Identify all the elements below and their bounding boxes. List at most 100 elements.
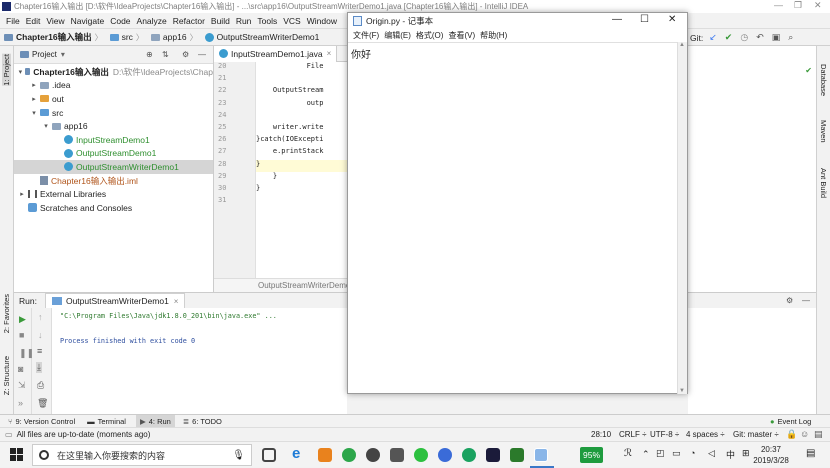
notepad-scrollbar[interactable]: ▲ ▼ <box>677 42 687 394</box>
status-expand-icon[interactable]: ▭ <box>5 430 13 439</box>
notifications-icon[interactable]: ▤ <box>814 429 823 440</box>
status-line-separator[interactable]: CRLF ÷ <box>619 430 647 439</box>
intellij-taskbar-icon[interactable] <box>486 448 500 462</box>
ant-build-tool-tab[interactable]: Ant Build <box>819 168 828 198</box>
version-control-tool[interactable]: ⑂ 9: Version Control <box>8 417 75 426</box>
run-tab[interactable]: OutputStreamWriterDemo1 × <box>44 293 186 308</box>
stop-icon[interactable]: ■ <box>19 330 24 340</box>
app-icon-gray[interactable] <box>390 448 404 462</box>
menu-build[interactable]: Build <box>211 16 230 26</box>
status-caret-position[interactable]: 28:10 <box>591 430 611 439</box>
tree-item[interactable]: OutputStreamWriterDemo1 <box>14 160 213 174</box>
camera-icon[interactable]: ◙ <box>18 364 23 374</box>
tree-item[interactable]: ▾ app16 <box>14 119 213 133</box>
wechat-icon[interactable] <box>414 448 428 462</box>
status-indent[interactable]: 4 spaces ÷ <box>686 430 725 439</box>
chevron-down-icon[interactable]: ▾ <box>30 109 38 117</box>
notepad-text-area[interactable]: 你好 <box>348 42 679 394</box>
chevron-right-icon[interactable]: ▸ <box>18 190 26 198</box>
notepad-menu-view[interactable]: 查看(V) <box>448 30 475 41</box>
windows-start-icon[interactable] <box>10 448 24 462</box>
terminal-tool[interactable]: ▬ Terminal <box>87 417 126 426</box>
scroll-down-icon[interactable]: ▼ <box>679 388 685 394</box>
history-icon[interactable]: ◷ <box>740 32 748 43</box>
menu-code[interactable]: Code <box>110 16 130 26</box>
run-tool[interactable]: ▶ 4: Run <box>135 414 175 428</box>
notepad-minimize-icon[interactable]: — <box>612 14 622 25</box>
run-console[interactable]: "C:\Program Files\Java\jdk1.8.0_201\bin\… <box>52 308 347 414</box>
app-icon-dark[interactable] <box>366 448 380 462</box>
expand-icon[interactable]: » <box>18 398 23 408</box>
trash-icon[interactable]: 🗑 <box>37 398 48 409</box>
tree-item[interactable]: Scratches and Consoles <box>14 201 213 215</box>
settings-icon[interactable]: ▣ <box>772 32 781 43</box>
app-icon-terminal[interactable] <box>510 448 524 462</box>
notepad-menu-format[interactable]: 格式(O) <box>416 30 444 41</box>
menu-file[interactable]: File <box>6 16 20 26</box>
menu-view[interactable]: View <box>46 16 64 26</box>
tree-item[interactable]: ▸ External Libraries <box>14 187 213 201</box>
firefox-icon[interactable] <box>318 448 332 462</box>
scroll-up-icon[interactable]: ▲ <box>679 42 685 48</box>
notepad-taskbar-icon[interactable] <box>534 448 548 462</box>
git-commit-icon[interactable]: ✔ <box>725 32 733 43</box>
wifi-icon[interactable]: ◔ <box>690 448 695 458</box>
chevron-down-icon[interactable]: ▾ <box>61 50 65 59</box>
pin-icon[interactable]: ⇲ <box>18 380 26 391</box>
structure-tool-tab[interactable]: Z: Structure <box>2 356 11 395</box>
task-view-icon[interactable] <box>262 448 276 462</box>
event-log-tool[interactable]: ● Event Log <box>770 417 811 426</box>
tree-item[interactable]: Chapter16输入输出.iml <box>14 174 213 188</box>
close-tab-icon[interactable]: × <box>327 49 332 58</box>
app-icon-blue[interactable] <box>438 448 452 462</box>
battery-indicator[interactable]: 95% <box>580 447 604 463</box>
maven-tool-tab[interactable]: Maven <box>819 120 828 143</box>
minimize-icon[interactable]: — <box>774 0 783 10</box>
status-git-branch[interactable]: Git: master ÷ <box>733 430 779 439</box>
project-panel-title[interactable]: Project <box>32 50 57 59</box>
chevron-down-icon[interactable]: ▾ <box>18 68 23 76</box>
ime-indicator[interactable]: 中 <box>726 448 735 461</box>
input-method-icon[interactable]: ⊞ <box>742 448 750 459</box>
volume-icon[interactable]: ◁ <box>708 448 715 459</box>
git-update-icon[interactable]: ↙ <box>709 32 717 43</box>
close-icon[interactable]: ✕ <box>814 0 822 11</box>
app-360-icon[interactable] <box>342 448 356 462</box>
editor-breadcrumb-label[interactable]: OutputStreamWriterDemo1 <box>258 281 355 290</box>
restore-icon[interactable]: ❐ <box>794 0 802 11</box>
breadcrumb-package[interactable]: app16 <box>150 32 187 42</box>
tree-item[interactable]: OutputStreamDemo1 <box>14 147 213 161</box>
notepad-maximize-icon[interactable]: ☐ <box>640 14 649 25</box>
menu-window[interactable]: Window <box>307 16 337 26</box>
project-tool-tab[interactable]: 1: Project <box>2 54 11 86</box>
chevron-right-icon[interactable]: ▸ <box>30 95 38 103</box>
soft-wrap-icon[interactable]: ≡ <box>37 346 42 356</box>
favorites-tool-tab[interactable]: 2: Favorites <box>2 294 11 333</box>
run-hide-icon[interactable]: — <box>802 296 810 305</box>
network-icon[interactable]: ◰ <box>656 448 665 459</box>
edge-icon[interactable]: e <box>292 445 306 462</box>
menu-run[interactable]: Run <box>236 16 252 26</box>
tree-item[interactable]: ▾ src <box>14 106 213 120</box>
search-icon[interactable]: ⌕ <box>788 32 793 43</box>
inspector-icon[interactable]: ☺ <box>800 429 809 439</box>
status-encoding[interactable]: UTF-8 ÷ <box>650 430 679 439</box>
todo-tool[interactable]: ≣ 6: TODO <box>183 417 222 426</box>
menu-navigate[interactable]: Navigate <box>71 16 105 26</box>
menu-tools[interactable]: Tools <box>257 16 277 26</box>
hide-icon[interactable]: — <box>198 50 206 59</box>
people-icon[interactable]: ℛ <box>624 448 632 459</box>
tree-item[interactable]: ▸ out <box>14 92 213 106</box>
tree-item[interactable]: ▸ .idea <box>14 79 213 93</box>
menu-vcs[interactable]: VCS <box>283 16 300 26</box>
notepad-menu-help[interactable]: 帮助(H) <box>480 30 507 41</box>
chevron-down-icon[interactable]: ▾ <box>42 122 50 130</box>
breadcrumb-file[interactable]: OutputStreamWriterDemo1 <box>204 32 319 42</box>
notepad-close-icon[interactable]: ✕ <box>668 14 676 25</box>
code-editor[interactable]: File OutputStream outp writer.write}catc… <box>256 62 348 278</box>
close-run-tab-icon[interactable]: × <box>174 297 179 306</box>
database-tool-tab[interactable]: Database <box>819 64 828 96</box>
rerun-icon[interactable]: ▶ <box>19 314 26 325</box>
tree-item[interactable]: ▾ Chapter16输入输出 D:\软件\IdeaProjects\Chap <box>14 65 213 79</box>
scroll-end-icon[interactable]: ⤓ <box>36 362 42 373</box>
